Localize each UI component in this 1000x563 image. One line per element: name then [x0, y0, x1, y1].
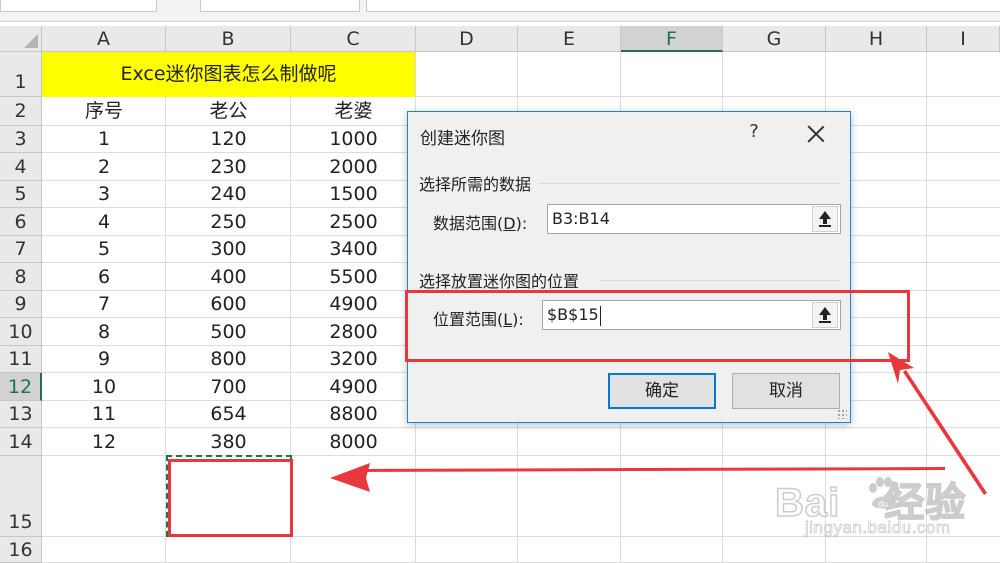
baidu-paw-icon: du — [869, 477, 899, 509]
watermark-url: jingyan.baidu.com — [805, 518, 951, 538]
watermark-paw-text: du — [878, 499, 888, 509]
baidu-jingyan-watermark: Bai 经验 du jingyan.baidu.com — [755, 470, 995, 550]
